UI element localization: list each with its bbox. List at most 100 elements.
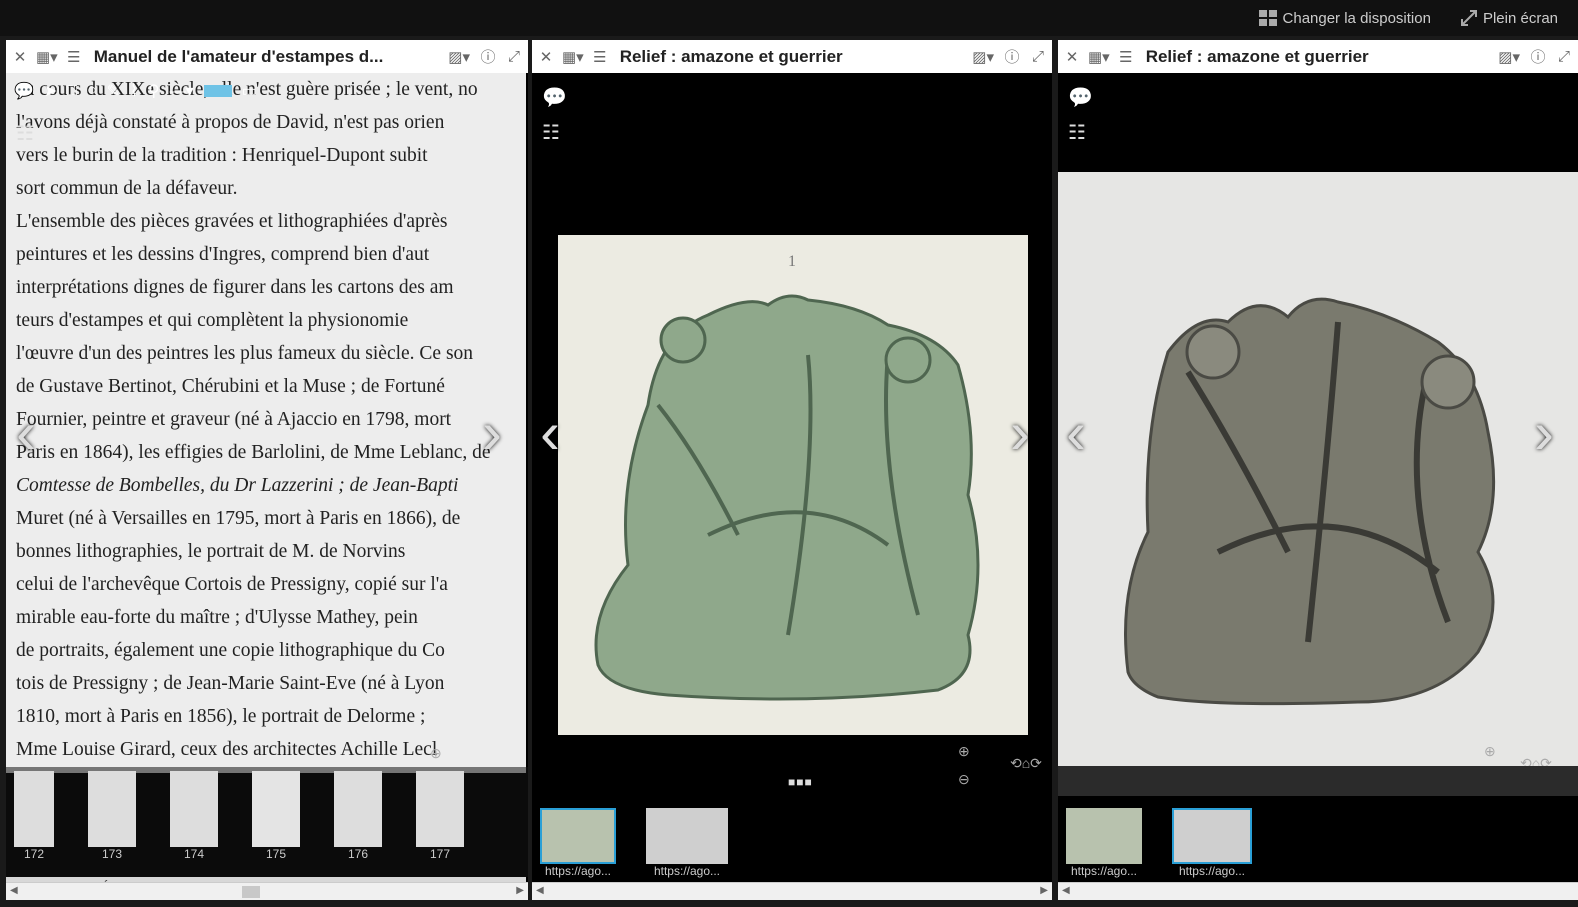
- pin-icon[interactable]: ⚲: [148, 81, 160, 101]
- doc-line: 1810, mort à Paris en 1856), le portrait…: [16, 706, 426, 727]
- scroll-left-icon[interactable]: ◀: [1062, 885, 1070, 896]
- sliders-icon[interactable]: ☷: [542, 120, 567, 145]
- doc-line: de Gustave Bertinot, Chérubini et la Mus…: [16, 376, 445, 397]
- change-layout-button[interactable]: Changer la disposition: [1258, 9, 1431, 27]
- polyline-icon[interactable]: ⌇: [130, 81, 138, 101]
- scroll-right-icon[interactable]: ▶: [516, 885, 524, 896]
- sliders-icon[interactable]: ☷: [1068, 120, 1093, 145]
- thumbnail-selected[interactable]: https://ago...: [1172, 808, 1252, 878]
- panel-document: ✕ ▦▾ ☰ Manuel de l'amateur d'estampes d.…: [6, 40, 528, 900]
- thumbnail[interactable]: https://ago...: [1066, 808, 1142, 878]
- next-page-arrow[interactable]: ›: [1534, 403, 1554, 463]
- horizontal-scrollbar[interactable]: ◀: [1058, 882, 1578, 900]
- next-page-arrow[interactable]: ›: [482, 403, 502, 463]
- zoom-in-icon[interactable]: ⊕: [430, 745, 442, 762]
- zoom-in-icon[interactable]: ⊕: [958, 743, 970, 760]
- doc-line: L'ensemble des pièces gravées et lithogr…: [16, 211, 448, 232]
- doc-line: de portraits, également une copie lithog…: [16, 640, 445, 661]
- menu-icon[interactable]: ☰: [1118, 48, 1134, 66]
- thumbnail-label: 173: [101, 847, 123, 861]
- doc-line: teurs d'estampes et qui complètent la ph…: [16, 310, 409, 331]
- info-icon[interactable]: ⓘ: [480, 46, 496, 67]
- fill-color-swatch[interactable]: [203, 85, 232, 97]
- window-options-icon[interactable]: ▦▾: [562, 48, 584, 66]
- thumbs-toggle-icon[interactable]: ■■■: [788, 775, 813, 789]
- menu-icon[interactable]: ☰: [592, 48, 608, 66]
- zoom-in-icon[interactable]: ⊕: [1484, 743, 1496, 760]
- doc-line: tois de Pressigny ; de Jean-Marie Saint-…: [16, 673, 445, 694]
- thumbnail[interactable]: 173: [88, 771, 136, 877]
- side-tools: ☷: [16, 121, 34, 146]
- viewer-area[interactable]: 💬 ☷ 1 ‹ › ⊕ ⊖ ⟲⌂⟳ ■■■ https://ago... htt…: [532, 73, 1052, 900]
- thumbnail-image: [170, 771, 218, 847]
- close-icon[interactable]: ✕: [538, 48, 554, 66]
- doc-line: Fournier, peintre et graveur (né à Ajacc…: [16, 409, 452, 430]
- info-icon[interactable]: ⓘ: [1004, 46, 1020, 67]
- viewer-area[interactable]: 💬 ☷ ‹ › ⊕ ⊖ ⟲⌂⟳ ■■■ https://ago... https…: [1058, 73, 1578, 900]
- annotations-icon[interactable]: 💬: [1068, 85, 1093, 110]
- panel-photo: ✕ ▦▾ ☰ Relief : amazone et guerrier ▨▾ ⓘ…: [1058, 40, 1578, 900]
- thumbnail[interactable]: 175: [252, 771, 300, 877]
- thumbnail-label: 174: [183, 847, 205, 861]
- viewer-area[interactable]: au cours du XIXe siècle, elle n'est guèr…: [6, 73, 528, 900]
- doc-line: interprétations dignes de figurer dans l…: [16, 277, 454, 298]
- image-view-icon[interactable]: ▨▾: [972, 48, 994, 66]
- thumbnail-image: [14, 771, 54, 847]
- sliders-icon[interactable]: ☷: [16, 121, 34, 146]
- doc-line: bonnes lithographies, le portrait de M. …: [16, 541, 406, 562]
- doc-line: celui de l'archevêque Cortois de Pressig…: [16, 574, 448, 595]
- scroll-left-icon[interactable]: ◀: [10, 885, 18, 896]
- scroll-right-icon[interactable]: ▶: [1040, 885, 1048, 896]
- panel-header: ✕ ▦▾ ☰ Relief : amazone et guerrier ▨▾ ⓘ…: [532, 40, 1052, 73]
- change-layout-label: Changer la disposition: [1282, 9, 1431, 27]
- thumbnail-selected[interactable]: https://ago...: [540, 808, 616, 878]
- close-icon[interactable]: ✕: [12, 48, 28, 66]
- next-page-arrow[interactable]: ›: [1010, 403, 1030, 463]
- menu-icon[interactable]: ☰: [66, 48, 82, 66]
- expand-panel-icon[interactable]: ⤢: [1556, 48, 1572, 65]
- expand-panel-icon[interactable]: ⤢: [506, 48, 522, 65]
- thumbnail-label: https://ago...: [1178, 864, 1246, 878]
- stroke-color-icon[interactable]: ▭: [242, 81, 257, 101]
- panel-title: Relief : amazone et guerrier: [1145, 46, 1369, 66]
- zoom-out-icon[interactable]: ⊖: [958, 771, 970, 788]
- doc-line: Mme Louise Girard, ceux des architectes …: [16, 739, 438, 760]
- prev-page-arrow[interactable]: ‹: [16, 403, 36, 463]
- expand-panel-icon[interactable]: ⤢: [1030, 48, 1046, 65]
- rectangle-icon[interactable]: □: [67, 82, 77, 100]
- annotations-icon[interactable]: 💬: [542, 85, 567, 110]
- window-options-icon[interactable]: ▦▾: [36, 48, 58, 66]
- thumbnail-image: [540, 808, 616, 864]
- ellipse-icon[interactable]: ○: [87, 82, 97, 100]
- horizontal-scrollbar[interactable]: ◀ ▶: [532, 882, 1052, 900]
- thumbnail[interactable]: https://ago...: [646, 808, 728, 878]
- info-icon[interactable]: ⓘ: [1530, 46, 1546, 67]
- rotate-controls-icon[interactable]: ⟲⌂⟳: [1010, 755, 1042, 772]
- expand-icon: [1460, 10, 1477, 26]
- thumbnail[interactable]: 172: [14, 771, 54, 877]
- thumbnail-image: [416, 771, 464, 847]
- thumbnail[interactable]: 174: [170, 771, 218, 877]
- fullscreen-label: Plein écran: [1482, 9, 1558, 27]
- fullscreen-button[interactable]: Plein écran: [1460, 9, 1558, 27]
- image-view-icon[interactable]: ▨▾: [1498, 48, 1520, 66]
- image-view-icon[interactable]: ▨▾: [448, 48, 470, 66]
- scrollbar-thumb[interactable]: [242, 886, 260, 898]
- window-options-icon[interactable]: ▦▾: [1088, 48, 1110, 66]
- freehand-icon[interactable]: ✎: [107, 81, 120, 101]
- line-style-icon[interactable]: —▾: [170, 81, 194, 101]
- doc-line: mirable eau-forte du maître ; d'Ulysse M…: [16, 607, 418, 628]
- prev-page-arrow[interactable]: ‹: [540, 403, 560, 463]
- horizontal-scrollbar[interactable]: ◀ ▶: [6, 882, 528, 900]
- thumbnail[interactable]: 176: [334, 771, 382, 877]
- thumbnail-image: [252, 771, 300, 847]
- pointer-icon[interactable]: ➤: [44, 81, 57, 101]
- comment-icon[interactable]: 💬: [14, 81, 34, 101]
- prev-page-arrow[interactable]: ‹: [1066, 403, 1086, 463]
- close-icon[interactable]: ✕: [1064, 48, 1080, 66]
- panel-engraving: ✕ ▦▾ ☰ Relief : amazone et guerrier ▨▾ ⓘ…: [532, 40, 1052, 900]
- thumbnail[interactable]: 177: [416, 771, 464, 877]
- scroll-left-icon[interactable]: ◀: [536, 885, 544, 896]
- thumbnail-label: 177: [429, 847, 451, 861]
- relief-illustration: [594, 294, 980, 701]
